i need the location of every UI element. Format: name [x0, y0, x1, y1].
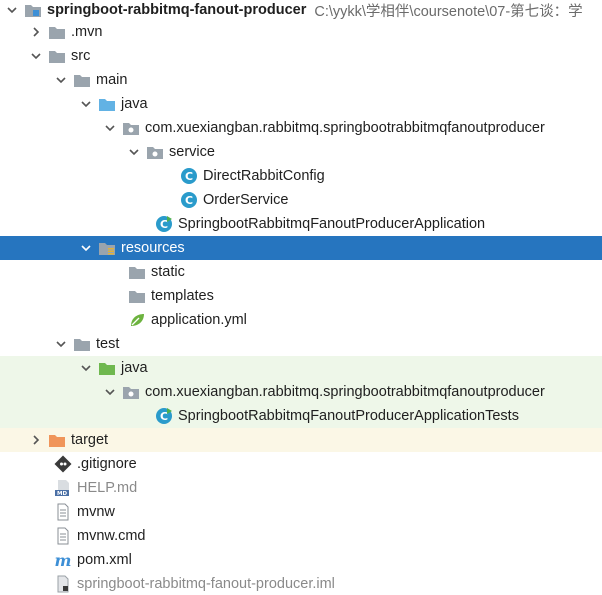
- markdown-file-icon: MD: [54, 479, 72, 497]
- chevron-down-icon[interactable]: [80, 362, 92, 374]
- test-source-folder-icon: [98, 359, 116, 377]
- gitignore-icon: [54, 455, 72, 473]
- chevron-down-icon[interactable]: [30, 50, 42, 62]
- class-icon: C: [180, 191, 198, 209]
- project-name: springboot-rabbitmq-fanout-producer: [47, 2, 307, 18]
- tree-label: java: [121, 96, 148, 112]
- folder-icon: [73, 71, 91, 89]
- module-file-icon: [54, 575, 72, 593]
- project-path: C:\yykk\学相伴\coursenote\07-第七谈：学: [314, 3, 583, 20]
- tree-label: DirectRabbitConfig: [203, 168, 325, 184]
- resources-folder-icon: [98, 239, 116, 257]
- tree-row-templates[interactable]: templates: [0, 284, 602, 308]
- tree-label: mvnw.cmd: [77, 528, 146, 544]
- maven-icon: m: [54, 551, 72, 569]
- tree-row-iml[interactable]: springboot-rabbitmq-fanout-producer.iml: [0, 572, 602, 595]
- tree-label: src: [71, 48, 91, 64]
- tree-label: com.xuexiangban.rabbitmq.springbootrabbi…: [145, 120, 545, 136]
- package-icon: [146, 143, 164, 161]
- package-icon: [122, 119, 140, 137]
- tree-row-mvn[interactable]: .mvn: [0, 20, 602, 44]
- tree-row-project-root[interactable]: springboot-rabbitmq-fanout-producer C:\y…: [0, 0, 602, 22]
- chevron-down-icon[interactable]: [128, 146, 140, 158]
- chevron-right-icon[interactable]: [30, 434, 42, 446]
- folder-icon: [73, 335, 91, 353]
- svg-text:m: m: [55, 551, 72, 569]
- chevron-down-icon[interactable]: [6, 4, 18, 16]
- tree-row-application-class[interactable]: C SpringbootRabbitmqFanoutProducerApplic…: [0, 212, 602, 236]
- chevron-down-icon[interactable]: [104, 122, 116, 134]
- tree-row-main-java[interactable]: java: [0, 92, 602, 116]
- folder-icon: [48, 47, 66, 65]
- folder-icon: [128, 287, 146, 305]
- tree-label: target: [71, 432, 109, 448]
- tree-row-src[interactable]: src: [0, 44, 602, 68]
- tree-label: mvnw: [77, 504, 115, 520]
- spring-boot-class-icon: C: [155, 215, 173, 233]
- tree-row-test-java[interactable]: java: [0, 356, 602, 380]
- tree-row-order-service[interactable]: C OrderService: [0, 188, 602, 212]
- tree-label: application.yml: [151, 312, 247, 328]
- excluded-folder-icon: [48, 431, 66, 449]
- tree-row-package-main[interactable]: com.xuexiangban.rabbitmq.springbootrabbi…: [0, 116, 602, 140]
- tree-row-target[interactable]: target: [0, 428, 602, 452]
- tree-row-gitignore[interactable]: .gitignore: [0, 452, 602, 476]
- tree-label: HELP.md: [77, 480, 138, 496]
- tree-row-main[interactable]: main: [0, 68, 602, 92]
- tree-row-direct-config[interactable]: C DirectRabbitConfig: [0, 164, 602, 188]
- tree-label: OrderService: [203, 192, 289, 208]
- tree-row-package-test[interactable]: com.xuexiangban.rabbitmq.springbootrabbi…: [0, 380, 602, 404]
- tree-row-pom[interactable]: m pom.xml: [0, 548, 602, 572]
- tree-label: main: [96, 72, 128, 88]
- tree-label: java: [121, 360, 148, 376]
- chevron-down-icon[interactable]: [104, 386, 116, 398]
- tree-label: .gitignore: [77, 456, 137, 472]
- tree-label: pom.xml: [77, 552, 132, 568]
- chevron-right-icon[interactable]: [30, 26, 42, 38]
- chevron-down-icon[interactable]: [55, 338, 67, 350]
- tree-row-help-md[interactable]: MD HELP.md: [0, 476, 602, 500]
- svg-text:MD: MD: [57, 491, 67, 497]
- chevron-down-icon[interactable]: [80, 98, 92, 110]
- svg-text:C: C: [185, 194, 193, 207]
- source-folder-icon: [98, 95, 116, 113]
- tree-row-service[interactable]: service: [0, 140, 602, 164]
- tree-label: service: [169, 144, 215, 160]
- spring-yml-icon: [128, 311, 146, 329]
- svg-text:C: C: [160, 218, 168, 231]
- project-tree: springboot-rabbitmq-fanout-producer C:\y…: [0, 0, 602, 595]
- text-file-icon: [54, 527, 72, 545]
- tree-label: SpringbootRabbitmqFanoutProducerApplicat…: [178, 216, 486, 232]
- tree-label: templates: [151, 288, 214, 304]
- folder-icon: [48, 23, 66, 41]
- tree-row-application-yml[interactable]: application.yml: [0, 308, 602, 332]
- tree-label: test: [96, 336, 120, 352]
- svg-text:C: C: [185, 170, 193, 183]
- folder-icon: [128, 263, 146, 281]
- module-folder-icon: [24, 1, 42, 19]
- package-icon: [122, 383, 140, 401]
- tree-label: com.xuexiangban.rabbitmq.springbootrabbi…: [145, 384, 545, 400]
- chevron-down-icon[interactable]: [80, 242, 92, 254]
- spring-boot-test-class-icon: C: [155, 407, 173, 425]
- tree-row-mvnw-cmd[interactable]: mvnw.cmd: [0, 524, 602, 548]
- text-file-icon: [54, 503, 72, 521]
- tree-label: springboot-rabbitmq-fanout-producer.iml: [77, 576, 335, 592]
- chevron-down-icon[interactable]: [55, 74, 67, 86]
- tree-label: static: [151, 264, 185, 280]
- tree-row-application-tests[interactable]: C SpringbootRabbitmqFanoutProducerApplic…: [0, 404, 602, 428]
- class-icon: C: [180, 167, 198, 185]
- tree-row-static[interactable]: static: [0, 260, 602, 284]
- tree-label: resources: [121, 240, 185, 256]
- tree-row-mvnw[interactable]: mvnw: [0, 500, 602, 524]
- tree-row-test[interactable]: test: [0, 332, 602, 356]
- svg-text:C: C: [160, 410, 168, 423]
- tree-label: SpringbootRabbitmqFanoutProducerApplicat…: [178, 408, 519, 424]
- tree-row-resources[interactable]: resources: [0, 236, 602, 260]
- tree-label: .mvn: [71, 24, 103, 40]
